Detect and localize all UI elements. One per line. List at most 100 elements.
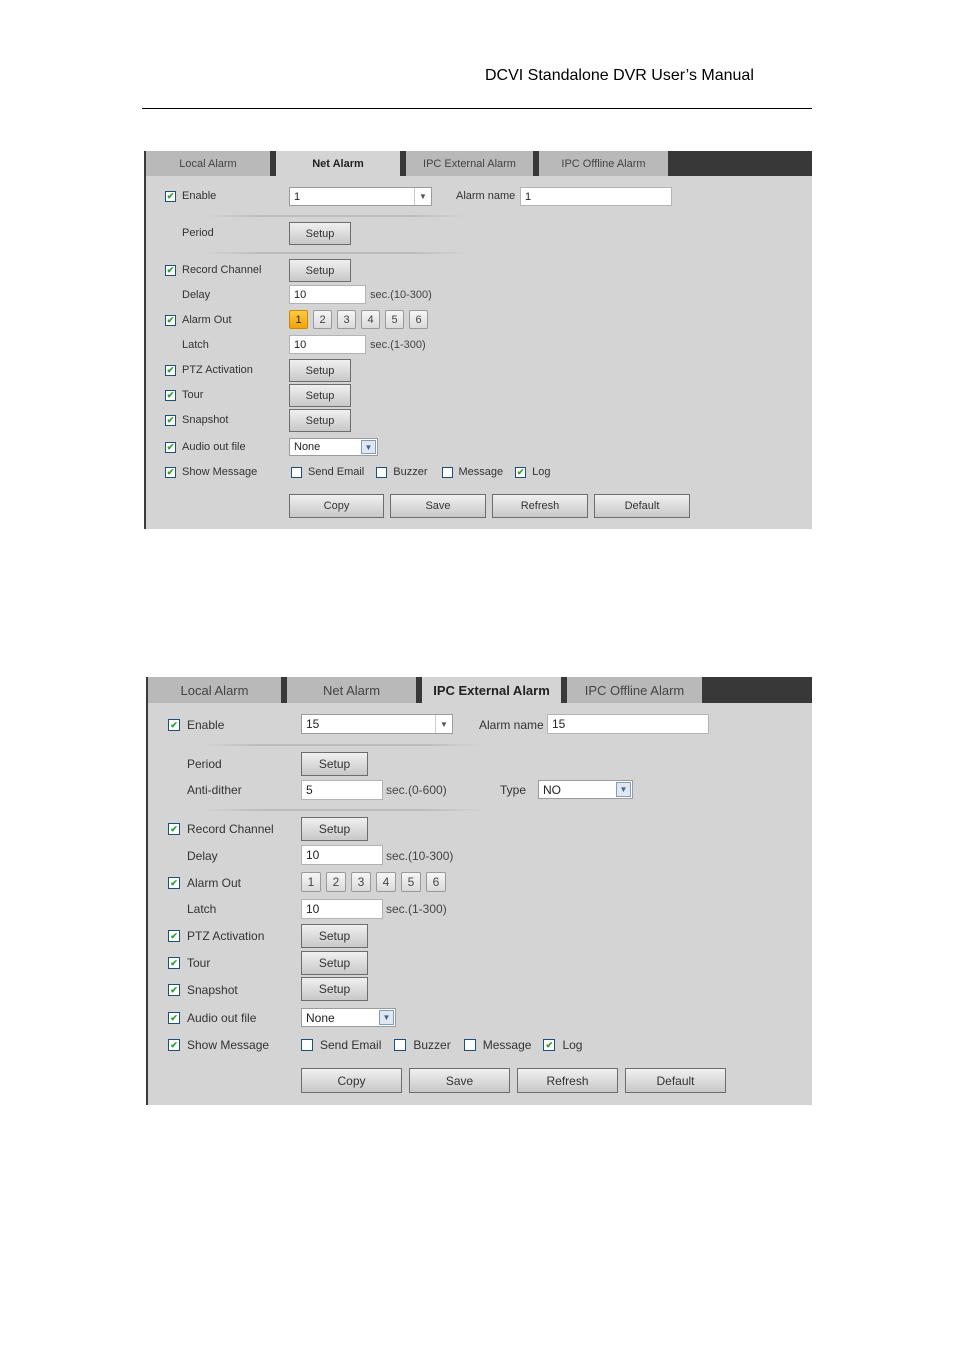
alarm-name-value: 1: [525, 190, 532, 203]
tour-checkbox[interactable]: ✔: [168, 957, 180, 969]
alarm-out-channel-1[interactable]: 1: [289, 310, 308, 329]
anti-dither-input[interactable]: 5: [301, 780, 383, 800]
log-label: Log: [562, 1038, 583, 1052]
ptz-activation-setup-button[interactable]: Setup: [289, 359, 351, 382]
latch-value: 10: [306, 902, 320, 916]
copy-button[interactable]: Copy: [289, 494, 384, 518]
buzzer-checkbox[interactable]: [394, 1039, 407, 1051]
message-label: Message: [458, 466, 504, 478]
delay-input[interactable]: 10: [301, 845, 383, 865]
anti-dither-range-hint: sec.(0-600): [386, 783, 447, 797]
channel-select[interactable]: 15 ▼: [301, 714, 453, 734]
ptz-activation-checkbox[interactable]: ✔: [165, 364, 176, 376]
alarm-out-channel-4[interactable]: 4: [361, 310, 380, 329]
refresh-button[interactable]: Refresh: [517, 1068, 618, 1093]
snapshot-setup-button[interactable]: Setup: [301, 977, 368, 1001]
tab-net-alarm[interactable]: Net Alarm: [276, 151, 406, 176]
tour-checkbox[interactable]: ✔: [165, 389, 176, 401]
tour-setup-button[interactable]: Setup: [289, 384, 351, 407]
latch-input[interactable]: 10: [289, 335, 366, 354]
message-checkbox[interactable]: [463, 1039, 476, 1051]
save-button[interactable]: Save: [409, 1068, 510, 1093]
audio-out-file-checkbox[interactable]: ✔: [168, 1012, 180, 1024]
period-setup-button[interactable]: Setup: [301, 752, 368, 776]
send-email-checkbox[interactable]: [291, 466, 302, 478]
audio-out-file-select[interactable]: None ▼: [289, 438, 378, 456]
alarm-out-channel-2[interactable]: 2: [313, 310, 332, 329]
message-checkbox[interactable]: [441, 466, 453, 478]
enable-checkbox[interactable]: ✔: [168, 719, 180, 731]
tab-ipc-external-alarm[interactable]: IPC External Alarm: [406, 151, 539, 176]
snapshot-checkbox[interactable]: ✔: [168, 984, 180, 996]
show-message-checkbox[interactable]: ✔: [168, 1039, 180, 1051]
snapshot-checkbox[interactable]: ✔: [165, 414, 176, 426]
alarm-out-label: Alarm Out: [187, 876, 242, 890]
divider: [206, 215, 466, 217]
alarm-name-input[interactable]: 15: [547, 714, 709, 734]
copy-button[interactable]: Copy: [301, 1068, 402, 1093]
default-button[interactable]: Default: [594, 494, 690, 518]
channel-select-value: 15: [306, 717, 320, 731]
ptz-activation-setup-button[interactable]: Setup: [301, 924, 368, 948]
record-channel-checkbox[interactable]: ✔: [165, 264, 176, 276]
type-select[interactable]: NO ▼: [538, 780, 633, 799]
alarm-out-checkbox[interactable]: ✔: [165, 314, 176, 326]
snapshot-setup-button[interactable]: Setup: [289, 409, 351, 432]
audio-out-file-checkbox[interactable]: ✔: [165, 441, 176, 453]
tour-setup-button[interactable]: Setup: [301, 951, 368, 975]
ptz-activation-checkbox[interactable]: ✔: [168, 930, 180, 942]
dropdown-arrow-icon: ▼: [435, 715, 452, 733]
buzzer-label: Buzzer: [393, 466, 428, 478]
enable-label: Enable: [182, 190, 217, 202]
send-email-label: Send Email: [308, 466, 365, 478]
buzzer-checkbox[interactable]: [376, 466, 388, 478]
audio-out-file-select[interactable]: None ▼: [301, 1008, 396, 1027]
latch-label: Latch: [182, 339, 209, 351]
tab-ipc-offline-alarm[interactable]: IPC Offline Alarm: [539, 151, 668, 176]
channel-select[interactable]: 1 ▼: [289, 187, 432, 206]
alarm-out-channel-4[interactable]: 4: [376, 872, 396, 892]
latch-input[interactable]: 10: [301, 899, 383, 919]
delay-input[interactable]: 10: [289, 285, 366, 304]
delay-value: 10: [306, 848, 320, 862]
record-channel-setup-button[interactable]: Setup: [289, 259, 351, 282]
tab-net-alarm[interactable]: Net Alarm: [287, 677, 422, 703]
alarm-out-channel-1[interactable]: 1: [301, 872, 321, 892]
dropdown-arrow-icon: ▼: [379, 1010, 394, 1025]
log-checkbox[interactable]: ✔: [515, 466, 527, 478]
period-setup-button[interactable]: Setup: [289, 222, 351, 245]
record-channel-setup-button[interactable]: Setup: [301, 817, 368, 841]
default-button[interactable]: Default: [625, 1068, 726, 1093]
record-channel-checkbox[interactable]: ✔: [168, 823, 180, 835]
anti-dither-label: Anti-dither: [187, 783, 242, 797]
enable-checkbox[interactable]: ✔: [165, 190, 176, 202]
alarm-out-label: Alarm Out: [182, 314, 232, 326]
delay-label: Delay: [182, 289, 211, 301]
tab-bar: Local Alarm Net Alarm IPC External Alarm…: [148, 677, 812, 703]
alarm-name-input[interactable]: 1: [520, 187, 672, 206]
log-checkbox[interactable]: ✔: [543, 1039, 556, 1051]
send-email-checkbox[interactable]: [301, 1039, 313, 1051]
alarm-out-channel-2[interactable]: 2: [326, 872, 346, 892]
refresh-button[interactable]: Refresh: [492, 494, 588, 518]
alarm-out-channel-3[interactable]: 3: [351, 872, 371, 892]
alarm-out-channel-3[interactable]: 3: [337, 310, 356, 329]
alarm-name-label: Alarm name: [456, 190, 516, 202]
tab-local-alarm[interactable]: Local Alarm: [148, 677, 287, 703]
enable-label: Enable: [187, 718, 225, 732]
alarm-out-checkbox[interactable]: ✔: [168, 877, 180, 889]
type-label: Type: [500, 783, 527, 797]
tab-local-alarm[interactable]: Local Alarm: [146, 151, 276, 176]
alarm-out-channel-6[interactable]: 6: [409, 310, 428, 329]
alarm-out-channel-5[interactable]: 5: [385, 310, 404, 329]
dropdown-arrow-icon: ▼: [361, 440, 376, 454]
tab-ipc-external-alarm[interactable]: IPC External Alarm: [422, 677, 567, 703]
audio-out-file-label: Audio out file: [187, 1011, 257, 1025]
alarm-out-channel-5[interactable]: 5: [401, 872, 421, 892]
tab-ipc-offline-alarm[interactable]: IPC Offline Alarm: [567, 677, 702, 703]
alarm-out-channel-6[interactable]: 6: [426, 872, 446, 892]
show-message-checkbox[interactable]: ✔: [165, 466, 176, 478]
save-button[interactable]: Save: [390, 494, 486, 518]
divider: [203, 744, 483, 746]
anti-dither-value: 5: [306, 783, 313, 797]
